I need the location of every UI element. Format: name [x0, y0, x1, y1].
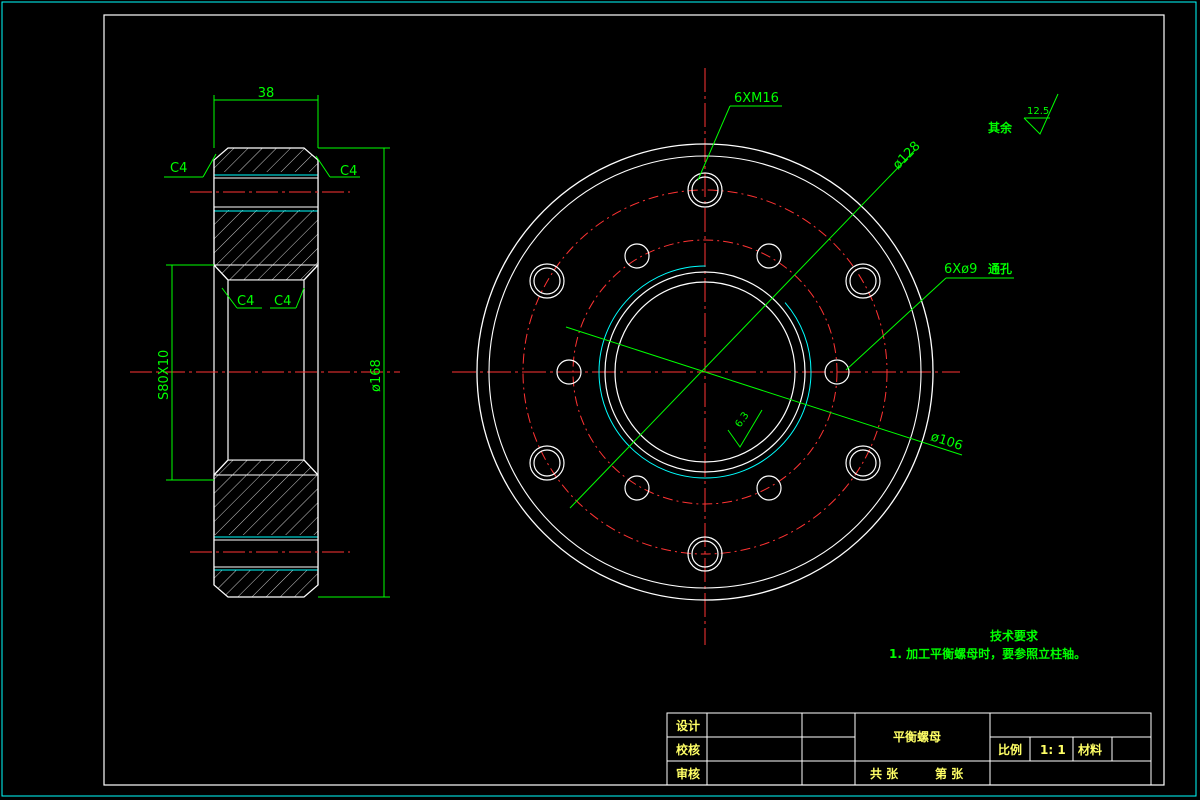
- section-hatch-top: [213, 147, 319, 281]
- tb-part-name: 平衡螺母: [893, 729, 941, 744]
- tb-sheets-total: 共 张: [870, 766, 899, 781]
- label-through-suffix: 通孔: [988, 261, 1012, 276]
- sheet-outer-border: [1, 1, 1197, 797]
- chamfer-text-tl: C4: [170, 161, 187, 176]
- tech-req-item-1: 1. 加工平衡螺母时，要参照立柱轴。: [889, 646, 1086, 661]
- label-6x9: 6Xø9: [944, 262, 977, 277]
- front-view: 6XM16 ø128 6Xø9 通孔 ø106 6.3: [452, 68, 1014, 645]
- leader-9: [845, 277, 947, 371]
- section-hatch-bottom: [213, 459, 319, 598]
- roughness-note-value: 12.5: [1027, 106, 1049, 117]
- tb-scale-label: 比例: [998, 742, 1022, 757]
- roughness-note: 其余 12.5: [988, 93, 1059, 135]
- dim-text-38: 38: [258, 86, 275, 101]
- chamfer-text-il: C4: [237, 294, 254, 309]
- bore-dim-text: S80X10: [157, 350, 172, 400]
- tb-scale-value: 1: 1: [1040, 743, 1066, 757]
- tb-material-label: 材料: [1077, 742, 1102, 757]
- tb-design: 设计: [676, 718, 700, 733]
- bore-region: [214, 280, 318, 460]
- tapped-hole: [529, 445, 565, 481]
- label-roughness-6-3: 6.3: [733, 410, 751, 429]
- side-section-view: 38 C4 C4 C4 C4 S80X10 ø168: [130, 86, 400, 598]
- chamfer-text-tr: C4: [340, 164, 357, 179]
- tb-check: 校核: [676, 742, 700, 757]
- leader-m16: [697, 105, 731, 181]
- drawing-sheet: 38 C4 C4 C4 C4 S80X10 ø168 6XM16 ø128 6X…: [1, 1, 1197, 797]
- label-dia-128: ø128: [890, 139, 924, 173]
- tech-req-heading: 技术要求: [990, 628, 1039, 643]
- tb-review: 审核: [676, 766, 700, 781]
- through-hole: [624, 475, 650, 501]
- through-hole: [624, 243, 650, 269]
- roughness-note-label: 其余: [988, 120, 1013, 135]
- tb-sheet-no: 第 张: [935, 766, 964, 781]
- chamfer-text-ir: C4: [274, 294, 291, 309]
- label-6xm16: 6XM16: [734, 91, 779, 106]
- dim-106-line: [565, 326, 963, 456]
- technical-requirements: 技术要求 1. 加工平衡螺母时，要参照立柱轴。: [889, 628, 1086, 661]
- outer-dim-text: ø168: [369, 359, 384, 392]
